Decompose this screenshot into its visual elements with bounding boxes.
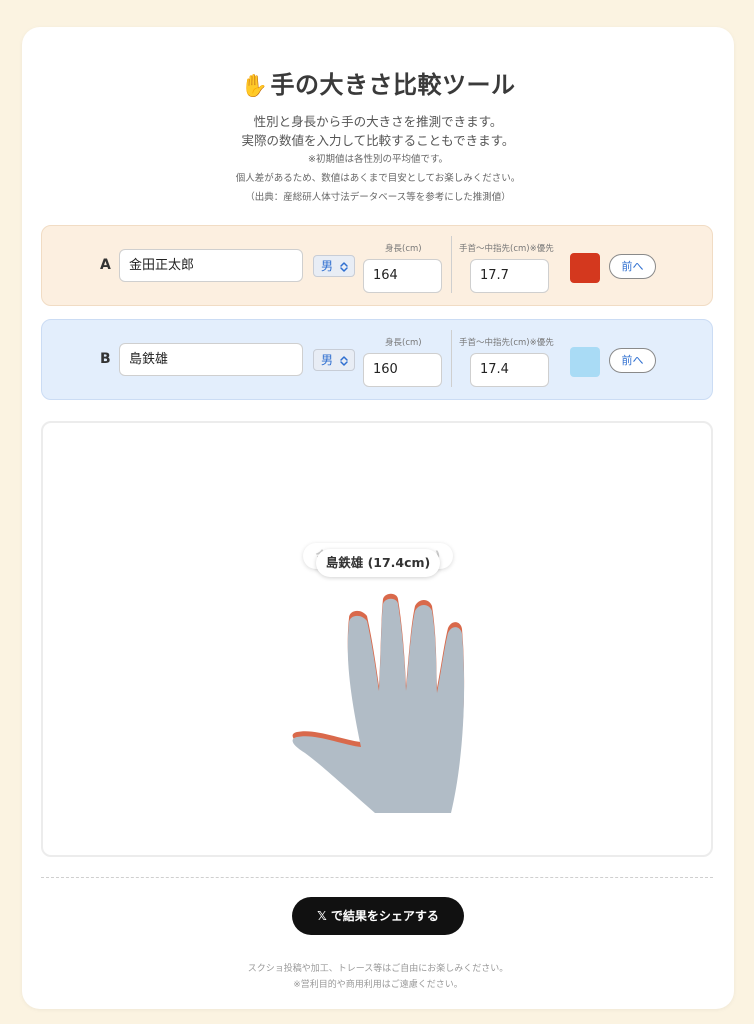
person-a-hand-length-label: 手首〜中指先(cm)※優先 <box>459 244 554 254</box>
person-b-color-picker[interactable] <box>570 347 600 377</box>
note-source: （出典：産総研人体寸法データベース等を参考にした推測値） <box>245 192 511 203</box>
person-a-gender-select[interactable]: 男 <box>313 255 355 277</box>
person-b-height-label: 身長(cm) <box>385 338 422 348</box>
person-a-height-label: 身長(cm) <box>385 244 422 254</box>
person-b-hand-length-label: 手首〜中指先(cm)※優先 <box>459 338 554 348</box>
share-button-label: で結果をシェアする <box>330 909 439 923</box>
field-divider <box>451 330 452 387</box>
person-a-color-picker[interactable] <box>570 253 600 283</box>
person-b-name-input[interactable]: 島鉄雄 <box>119 343 303 376</box>
hand-overlay-illustration <box>292 593 465 813</box>
note-individual-difference: 個人差があるため、数値はあくまで目安としてお楽しみください。 <box>235 173 521 184</box>
description-line-1: 性別と身長から手の大きさを推測できます。 <box>253 114 503 129</box>
hand-b-silhouette <box>292 598 465 813</box>
person-b-hand-length-input[interactable]: 17.4 <box>470 353 549 387</box>
person-a-gender-value: 男 <box>321 259 334 273</box>
note-initial-values: ※初期値は各性別の平均値です。 <box>307 154 448 165</box>
hand-b-label: 島鉄雄 (17.4cm) <box>316 549 440 577</box>
main-card: ✋手の大きさ比較ツール 性別と身長から手の大きさを推測できます。 実際の数値を入… <box>22 27 734 1009</box>
person-b-gender-value: 男 <box>321 353 334 367</box>
hand-comparison-canvas: 金田正太郎 (17.7cm) 島鉄雄 (17.4cm) <box>41 421 713 857</box>
person-a-label: A <box>100 257 111 273</box>
person-a-name-input[interactable]: 金田正太郎 <box>119 249 303 282</box>
share-on-x-button[interactable]: 𝕏 で結果をシェアする <box>292 897 464 935</box>
select-arrows-icon <box>340 356 348 366</box>
description-line-2: 実際の数値を入力して比較することもできます。 <box>241 133 515 148</box>
field-divider <box>451 236 452 293</box>
raised-hand-icon: ✋ <box>240 74 269 99</box>
person-a-height-input[interactable]: 164 <box>363 259 442 293</box>
person-a-hand-length-input[interactable]: 17.7 <box>470 259 549 293</box>
footer-commercial-note: ※営利目的や商用利用はご遠慮ください。 <box>293 980 463 990</box>
footer-usage-note: スクショ投稿や加工、トレース等はご自由にお楽しみください。 <box>247 964 509 974</box>
select-arrows-icon <box>340 262 348 272</box>
person-b-height-input[interactable]: 160 <box>363 353 442 387</box>
x-logo-icon: 𝕏 <box>317 909 327 923</box>
section-divider <box>41 877 713 878</box>
page-title: ✋手の大きさ比較ツール <box>22 65 734 100</box>
page-title-text: 手の大きさ比較ツール <box>270 71 516 99</box>
person-b-bring-front-button[interactable]: 前へ <box>609 348 656 373</box>
person-b-row: B 島鉄雄 男 身長(cm) 160 手首〜中指先(cm)※優先 17.4 前へ <box>41 319 713 400</box>
person-b-label: B <box>100 351 111 367</box>
person-a-row: A 金田正太郎 男 身長(cm) 164 手首〜中指先(cm)※優先 17.7 … <box>41 225 713 306</box>
person-a-bring-front-button[interactable]: 前へ <box>609 254 656 279</box>
person-b-gender-select[interactable]: 男 <box>313 349 355 371</box>
